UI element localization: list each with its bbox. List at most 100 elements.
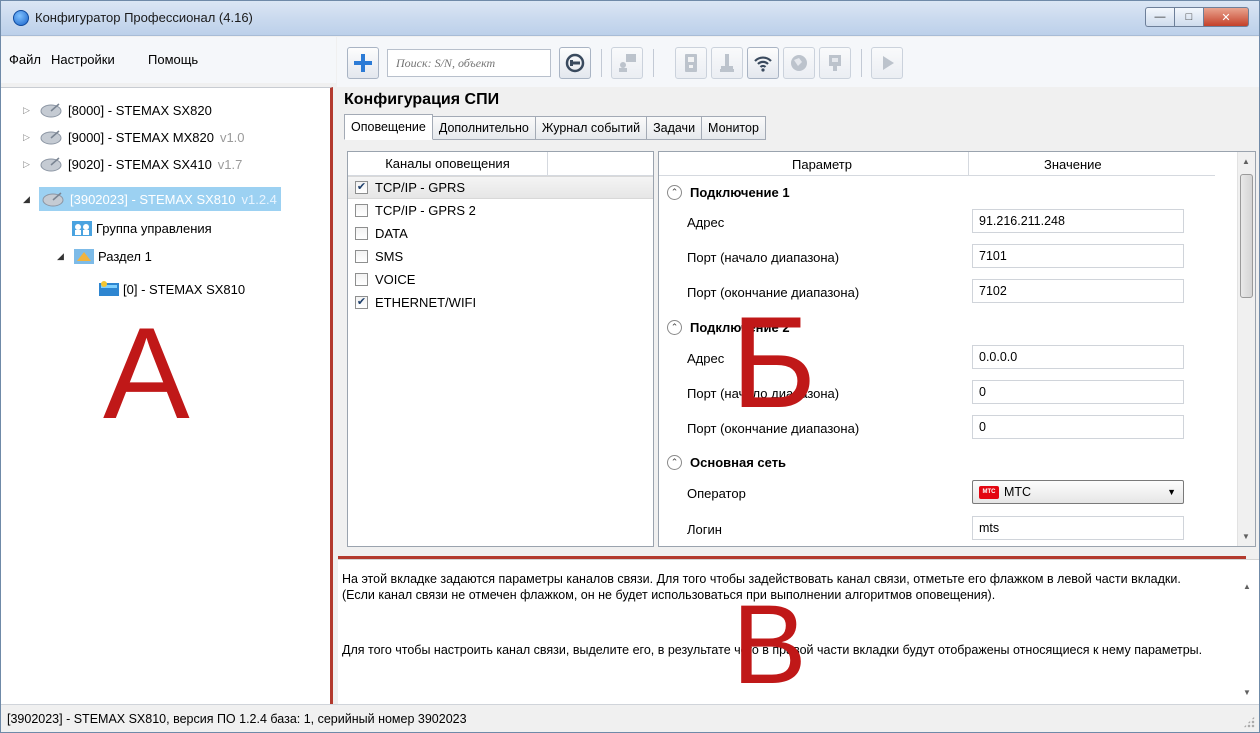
collapse-icon[interactable]: ⌃ — [667, 184, 682, 200]
channels-list: Каналы оповещения ✔ TCP/IP - GPRS TCP/IP… — [347, 151, 654, 547]
annotation-letter-c: В — [732, 582, 807, 707]
channel-checkbox[interactable]: ✔ — [355, 181, 368, 194]
channel-item[interactable]: ✔ ETHERNET/WIFI — [348, 291, 653, 314]
scroll-down-icon[interactable]: ▼ — [1242, 532, 1250, 541]
tab-event-log[interactable]: Журнал событий — [535, 116, 648, 140]
param-label: Логин — [687, 522, 722, 537]
scroll-down-icon[interactable]: ▼ — [1243, 688, 1251, 697]
search-field[interactable] — [387, 49, 551, 77]
annotation-letter-b: Б — [731, 289, 817, 435]
channel-item[interactable]: TCP/IP - GPRS 2 — [348, 199, 653, 222]
tab-monitor[interactable]: Монитор — [702, 116, 766, 140]
channel-item[interactable]: SMS — [348, 245, 653, 268]
satellite-dish-icon — [40, 157, 62, 172]
channel-item[interactable]: ✔ TCP/IP - GPRS — [348, 176, 653, 199]
find-device-button[interactable] — [559, 47, 591, 79]
expand-arrow-icon[interactable]: ▷ — [23, 105, 33, 116]
channel-checkbox[interactable] — [355, 227, 368, 240]
channel-item[interactable]: DATA — [348, 222, 653, 245]
tree-item-device[interactable]: ▷ [9020] - STEMAX SX410 v1.7 — [23, 152, 242, 176]
annotation-letter-a: А — [103, 300, 190, 446]
expand-arrow-icon[interactable]: ▷ — [23, 159, 33, 170]
tree-item-device[interactable]: ▷ [9000] - STEMAX MX820 v1.0 — [23, 125, 245, 149]
add-device-button[interactable] — [347, 47, 379, 79]
device-read-icon — [685, 54, 697, 72]
port-start-field[interactable]: 0 — [972, 380, 1184, 404]
device-settings-button[interactable] — [611, 47, 643, 79]
port-start-field[interactable]: 7101 — [972, 244, 1184, 268]
plus-icon — [354, 54, 372, 72]
channel-checkbox[interactable]: ✔ — [355, 296, 368, 309]
satellite-dish-icon — [40, 103, 62, 118]
app-icon — [13, 10, 29, 26]
read-config-button[interactable] — [675, 47, 707, 79]
menu-help[interactable]: Помощь — [148, 52, 198, 67]
login-field[interactable]: mts — [972, 516, 1184, 540]
scroll-up-icon[interactable]: ▲ — [1243, 582, 1251, 591]
group-connection-1[interactable]: ⌃ Подключение 1 — [667, 182, 790, 202]
tree-item-device[interactable]: ▷ [8000] - STEMAX SX820 — [23, 98, 218, 122]
collapse-icon[interactable]: ⌃ — [667, 319, 682, 335]
scroll-thumb[interactable] — [1240, 174, 1253, 298]
scroll-up-icon[interactable]: ▲ — [1242, 157, 1250, 166]
help-scrollbar[interactable]: ▲ ▼ — [1240, 560, 1256, 704]
config-panel: Конфигурация СПИ Оповещение Дополнительн… — [338, 87, 1259, 557]
write-config-button[interactable] — [711, 47, 743, 79]
toolbar-separator — [861, 49, 862, 77]
magnifier-key-icon — [565, 53, 585, 73]
firmware-button[interactable] — [819, 47, 851, 79]
params-scrollbar[interactable]: ▲ ▼ — [1237, 152, 1255, 546]
title-bar: Конфигуратор Профессионал (4.16) — □ ✕ — [1, 1, 1259, 36]
operator-select[interactable]: МТС МТС ▼ — [972, 480, 1184, 504]
wifi-connection-button[interactable] — [747, 47, 779, 79]
expand-arrow-icon[interactable]: ▷ — [23, 132, 33, 143]
toolbar-separator — [601, 49, 602, 77]
collapse-icon[interactable]: ⌃ — [667, 454, 682, 470]
tab-notification[interactable]: Оповещение — [344, 114, 433, 140]
users-group-icon — [72, 221, 92, 236]
operator-value: МТС — [1004, 485, 1032, 499]
run-button[interactable] — [871, 47, 903, 79]
tree-item-section-device[interactable]: [0] - STEMAX SX810 — [98, 277, 245, 301]
channel-checkbox[interactable] — [355, 273, 368, 286]
collapse-arrow-icon[interactable]: ◢ — [23, 194, 33, 205]
device-label: [9020] - STEMAX SX410 — [68, 156, 212, 172]
param-column-header: Параметр — [792, 157, 852, 172]
app-window: Конфигуратор Профессионал (4.16) — □ ✕ Ф… — [0, 0, 1260, 733]
minimize-button[interactable]: — — [1145, 7, 1174, 27]
channel-checkbox[interactable] — [355, 250, 368, 263]
tab-additional[interactable]: Дополнительно — [432, 116, 536, 140]
remote-connection-button[interactable] — [783, 47, 815, 79]
globe-icon — [791, 55, 807, 71]
maximize-button[interactable]: □ — [1174, 7, 1203, 27]
device-version: v1.7 — [217, 156, 243, 172]
menu-file[interactable]: Файл — [9, 52, 41, 67]
tree-item-control-group[interactable]: Группа управления — [71, 216, 212, 240]
tab-tasks[interactable]: Задачи — [647, 116, 703, 140]
port-end-field[interactable]: 0 — [972, 415, 1184, 439]
tree-item-device-selected[interactable]: ◢ [3902023] - STEMAX SX810 v1.2.4 — [23, 187, 281, 211]
port-end-field[interactable]: 7102 — [972, 279, 1184, 303]
menu-bar: Файл Настройки Помощь — [1, 37, 336, 83]
address-field[interactable]: 91.216.211.248 — [972, 209, 1184, 233]
tree-item-section[interactable]: ◢ Раздел 1 — [57, 244, 152, 268]
group-main-network[interactable]: ⌃ Основная сеть — [667, 452, 786, 472]
device-tree-panel: ▷ [8000] - STEMAX SX820 ▷ [9000] - STEMA… — [1, 87, 333, 704]
search-input[interactable] — [388, 50, 550, 76]
address-field[interactable]: 0.0.0.0 — [972, 345, 1184, 369]
channel-label: TCP/IP - GPRS 2 — [375, 203, 476, 218]
section-label: Раздел 1 — [98, 248, 152, 264]
channel-checkbox[interactable] — [355, 204, 368, 217]
device-version: v1.0 — [219, 129, 245, 145]
selected-device[interactable]: [3902023] - STEMAX SX810 v1.2.4 — [39, 187, 281, 211]
satellite-dish-icon — [42, 192, 64, 207]
section-icon — [74, 249, 94, 264]
channel-label: VOICE — [375, 272, 416, 287]
resize-grip-icon[interactable] — [1243, 716, 1255, 728]
menu-settings[interactable]: Настройки — [51, 52, 115, 67]
close-button[interactable]: ✕ — [1203, 7, 1249, 27]
collapse-arrow-icon[interactable]: ◢ — [57, 251, 67, 262]
column-divider — [968, 152, 969, 176]
satellite-dish-icon — [40, 130, 62, 145]
channel-item[interactable]: VOICE — [348, 268, 653, 291]
